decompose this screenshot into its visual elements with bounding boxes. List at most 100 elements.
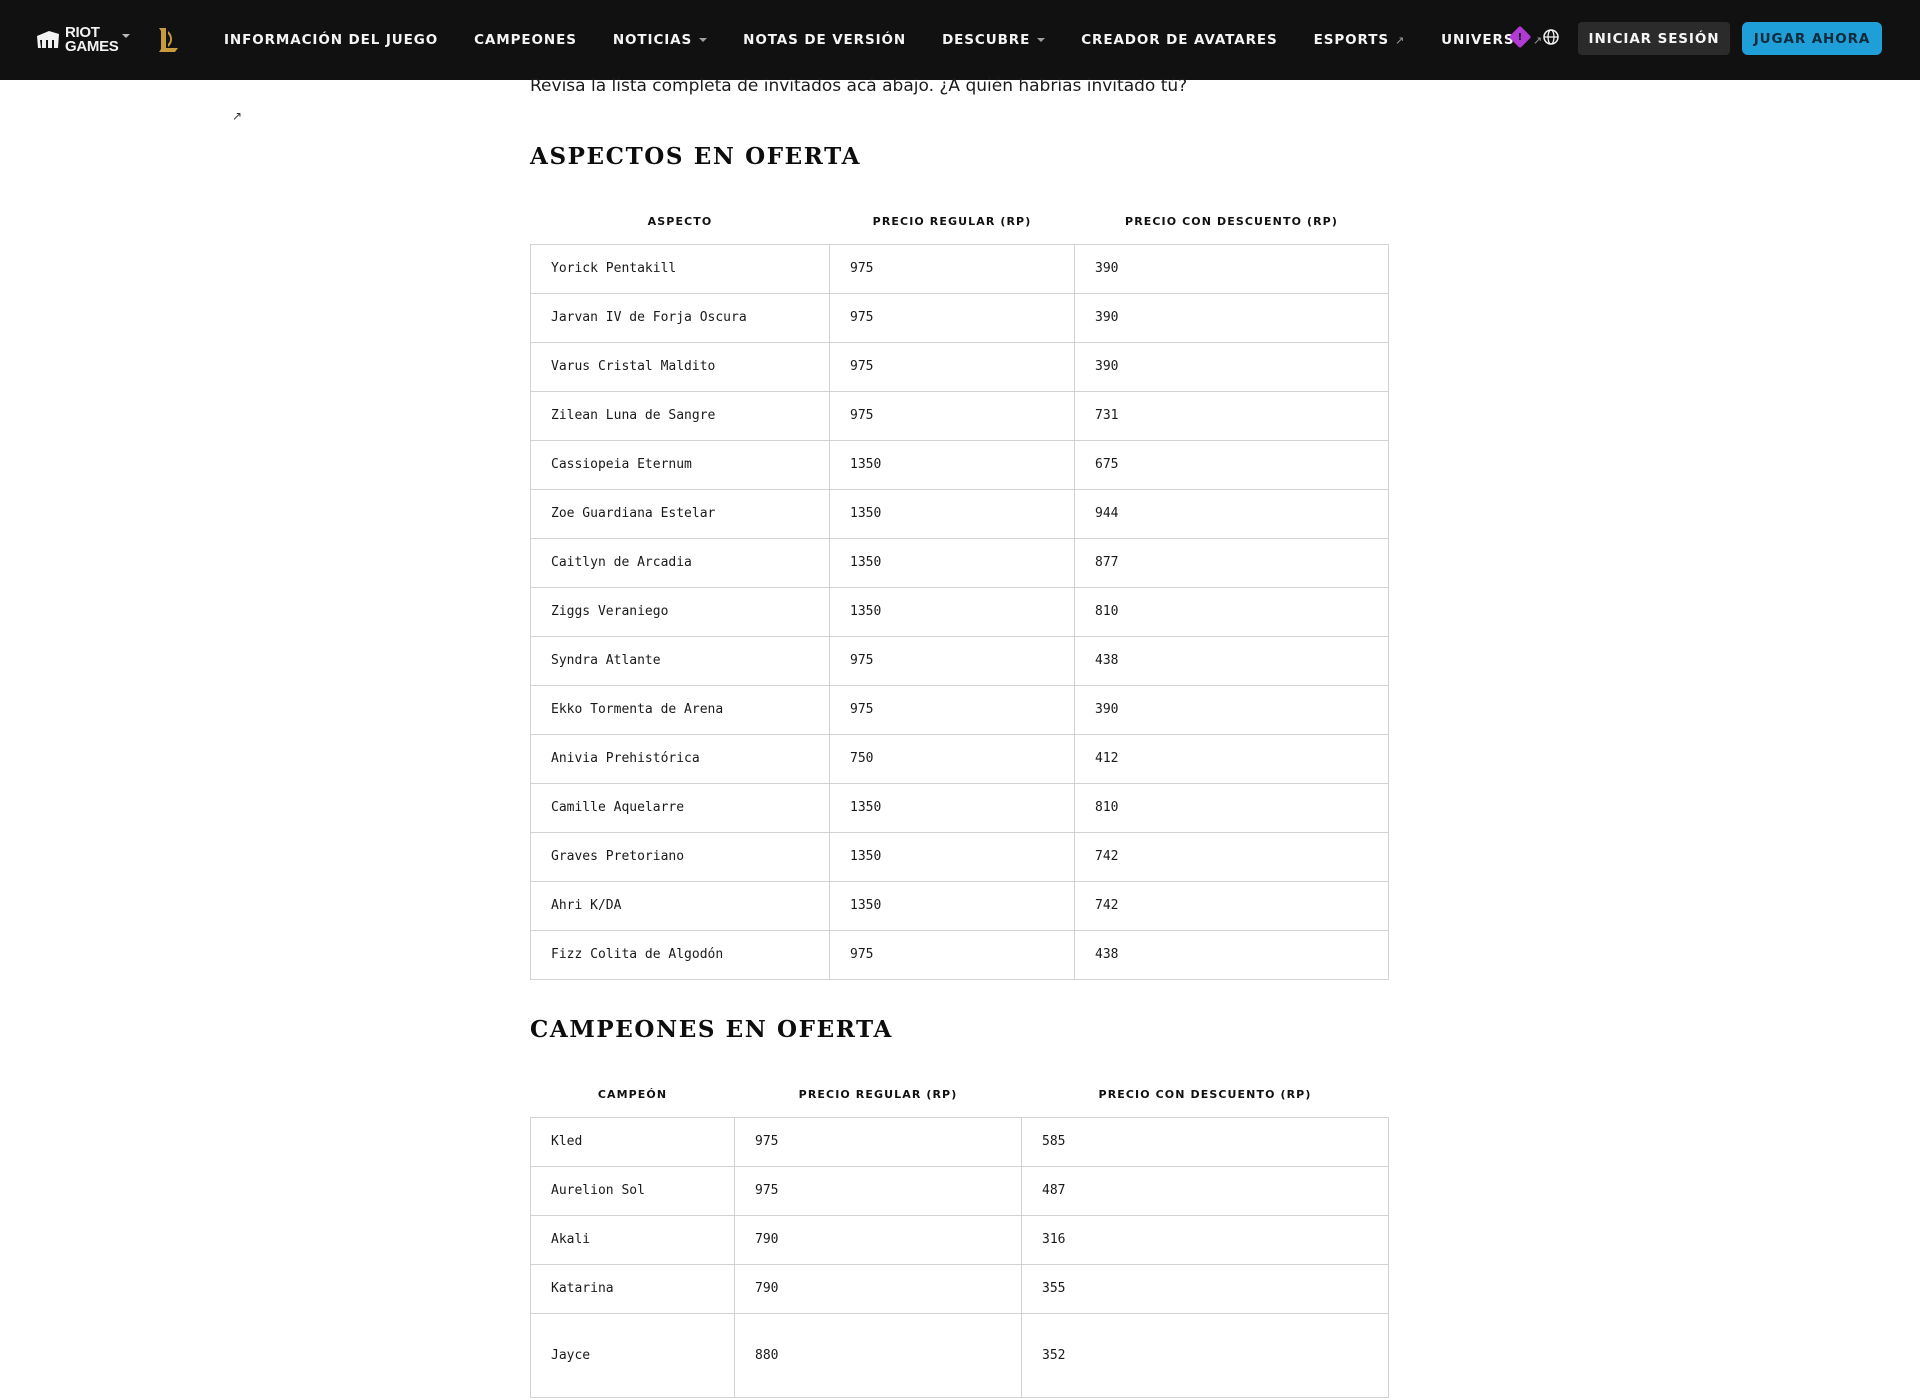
- globe-icon[interactable]: [1542, 28, 1560, 46]
- regular-price-cell: 975: [829, 929, 1075, 980]
- nav-item-noticias[interactable]: NOTICIAS: [613, 32, 708, 48]
- table-row: Akali 790 316: [530, 1214, 1389, 1265]
- riot-fist-icon: [37, 31, 59, 48]
- discount-price-cell: 438: [1074, 635, 1389, 686]
- nav-item-descubre[interactable]: DESCUBRE: [942, 32, 1046, 48]
- regular-price-cell: 1350: [829, 831, 1075, 882]
- champions-table: CAMPEÓN PRECIO REGULAR (RP) PRECIO CON D…: [530, 1073, 1389, 1398]
- skins-section-title: ASPECTOS EN OFERTA: [530, 143, 862, 170]
- discount-price-cell: 390: [1074, 243, 1389, 294]
- chevron-down-icon: [121, 34, 130, 38]
- table-row: Varus Cristal Maldito 975 390: [530, 341, 1389, 392]
- main-nav: INFORMACIÓN DEL JUEGO CAMPEONES NOTICIAS…: [224, 0, 1579, 80]
- table-row: Yorick Pentakill 975 390: [530, 243, 1389, 294]
- name-cell: Jayce: [530, 1312, 735, 1398]
- name-cell: Cassiopeia Eternum: [530, 439, 830, 490]
- discount-price-cell: 810: [1074, 782, 1389, 833]
- regular-price-cell: 1350: [829, 880, 1075, 931]
- nav-label: CAMPEONES: [474, 32, 577, 48]
- nav-item-creador-de-avatares[interactable]: CREADOR DE AVATARES: [1081, 32, 1277, 48]
- discount-price-cell: 731: [1074, 390, 1389, 441]
- discount-price-cell: 390: [1074, 292, 1389, 343]
- chevron-down-icon: [1037, 38, 1046, 42]
- regular-price-cell: 975: [829, 292, 1075, 343]
- name-cell: Zilean Luna de Sangre: [530, 390, 830, 441]
- discount-price-cell: 675: [1074, 439, 1389, 490]
- name-cell: Ziggs Veraniego: [530, 586, 830, 637]
- table-row: Ahri K/DA 1350 742: [530, 880, 1389, 931]
- nav-item-campeones[interactable]: CAMPEONES: [474, 32, 577, 48]
- table-row: Katarina 790 355: [530, 1263, 1389, 1314]
- regular-price-cell: 975: [829, 390, 1075, 441]
- name-cell: Ekko Tormenta de Arena: [530, 684, 830, 735]
- table-row: Fizz Colita de Algodón 975 438: [530, 929, 1389, 980]
- name-cell: Varus Cristal Maldito: [530, 341, 830, 392]
- nav-label: INFORMACIÓN DEL JUEGO: [224, 32, 439, 48]
- table-row: Graves Pretoriano 1350 742: [530, 831, 1389, 882]
- column-header: ASPECTO: [647, 215, 713, 229]
- table-row: Ziggs Veraniego 1350 810: [530, 586, 1389, 637]
- name-cell: Caitlyn de Arcadia: [530, 537, 830, 588]
- discount-price-cell: 810: [1074, 586, 1389, 637]
- table-header-row: ASPECTO PRECIO REGULAR (RP) PRECIO CON D…: [531, 200, 1389, 244]
- header-icons: !: [1508, 25, 1560, 49]
- arrow-up-right-icon: ↗: [1394, 33, 1406, 47]
- regular-price-cell: 1350: [829, 537, 1075, 588]
- discount-price-cell: 352: [1021, 1312, 1389, 1398]
- regular-price-cell: 975: [829, 243, 1075, 294]
- discount-price-cell: 742: [1074, 880, 1389, 931]
- table-row: Ekko Tormenta de Arena 975 390: [530, 684, 1389, 735]
- table-row: Jayce 880 352: [530, 1312, 1389, 1398]
- arrow-up-right-icon: ↗: [232, 109, 243, 123]
- name-cell: Kled: [530, 1116, 735, 1167]
- table-row: Camille Aquelarre 1350 810: [530, 782, 1389, 833]
- name-cell: Akali: [530, 1214, 735, 1265]
- discount-price-cell: 390: [1074, 684, 1389, 735]
- regular-price-cell: 975: [829, 684, 1075, 735]
- regular-price-cell: 1350: [829, 586, 1075, 637]
- regular-price-cell: 880: [734, 1312, 1022, 1398]
- name-cell: Yorick Pentakill: [530, 243, 830, 294]
- name-cell: Syndra Atlante: [530, 635, 830, 686]
- table-row: Anivia Prehistórica 750 412: [530, 733, 1389, 784]
- riot-logo-word-2: GAMES: [65, 38, 119, 55]
- regular-price-cell: 1350: [829, 439, 1075, 490]
- table-row: Cassiopeia Eternum 1350 675: [530, 439, 1389, 490]
- top-navigation-bar: RIOT GAMES INFORMACIÓN DEL JUEGO CAMPEON…: [0, 0, 1920, 80]
- discount-price-cell: 355: [1021, 1263, 1389, 1314]
- table-header-row: CAMPEÓN PRECIO REGULAR (RP) PRECIO CON D…: [531, 1073, 1389, 1117]
- regular-price-cell: 1350: [829, 782, 1075, 833]
- nav-label: DESCUBRE: [942, 32, 1031, 48]
- play-now-button[interactable]: JUGAR AHORA: [1742, 22, 1882, 55]
- nav-item-notas-de-version[interactable]: NOTAS DE VERSIÓN: [743, 32, 906, 48]
- chevron-down-icon: [699, 38, 708, 42]
- discount-price-cell: 412: [1074, 733, 1389, 784]
- login-button[interactable]: INICIAR SESIÓN: [1578, 22, 1730, 55]
- table-row: Zoe Guardiana Estelar 1350 944: [530, 488, 1389, 539]
- champions-section-title: CAMPEONES EN OFERTA: [530, 1016, 893, 1043]
- alert-glyph: !: [1517, 31, 1523, 43]
- table-row: Zilean Luna de Sangre 975 731: [530, 390, 1389, 441]
- regular-price-cell: 975: [829, 635, 1075, 686]
- column-header: PRECIO REGULAR (RP): [872, 215, 1032, 229]
- name-cell: Aurelion Sol: [530, 1165, 735, 1216]
- discount-price-cell: 585: [1021, 1116, 1389, 1167]
- name-cell: Fizz Colita de Algodón: [530, 929, 830, 980]
- name-cell: Zoe Guardiana Estelar: [530, 488, 830, 539]
- nav-item-informacion-del-juego[interactable]: INFORMACIÓN DEL JUEGO: [224, 32, 438, 48]
- table-row: Caitlyn de Arcadia 1350 877: [530, 537, 1389, 588]
- regular-price-cell: 975: [734, 1116, 1022, 1167]
- league-of-legends-logo[interactable]: [156, 26, 182, 54]
- table-row: Syndra Atlante 975 438: [530, 635, 1389, 686]
- column-header: PRECIO CON DESCUENTO (RP): [1125, 215, 1338, 229]
- alert-diamond-icon[interactable]: !: [1508, 25, 1532, 49]
- column-header: CAMPEÓN: [597, 1088, 668, 1102]
- side-external-link[interactable]: ↗: [224, 109, 242, 123]
- regular-price-cell: 790: [734, 1263, 1022, 1314]
- discount-price-cell: 316: [1021, 1214, 1389, 1265]
- riot-games-logo[interactable]: RIOT GAMES: [35, 25, 130, 55]
- discount-price-cell: 390: [1074, 341, 1389, 392]
- column-header: PRECIO REGULAR (RP): [798, 1088, 958, 1102]
- regular-price-cell: 975: [734, 1165, 1022, 1216]
- nav-item-esports[interactable]: ESPORTS ↗: [1314, 32, 1405, 48]
